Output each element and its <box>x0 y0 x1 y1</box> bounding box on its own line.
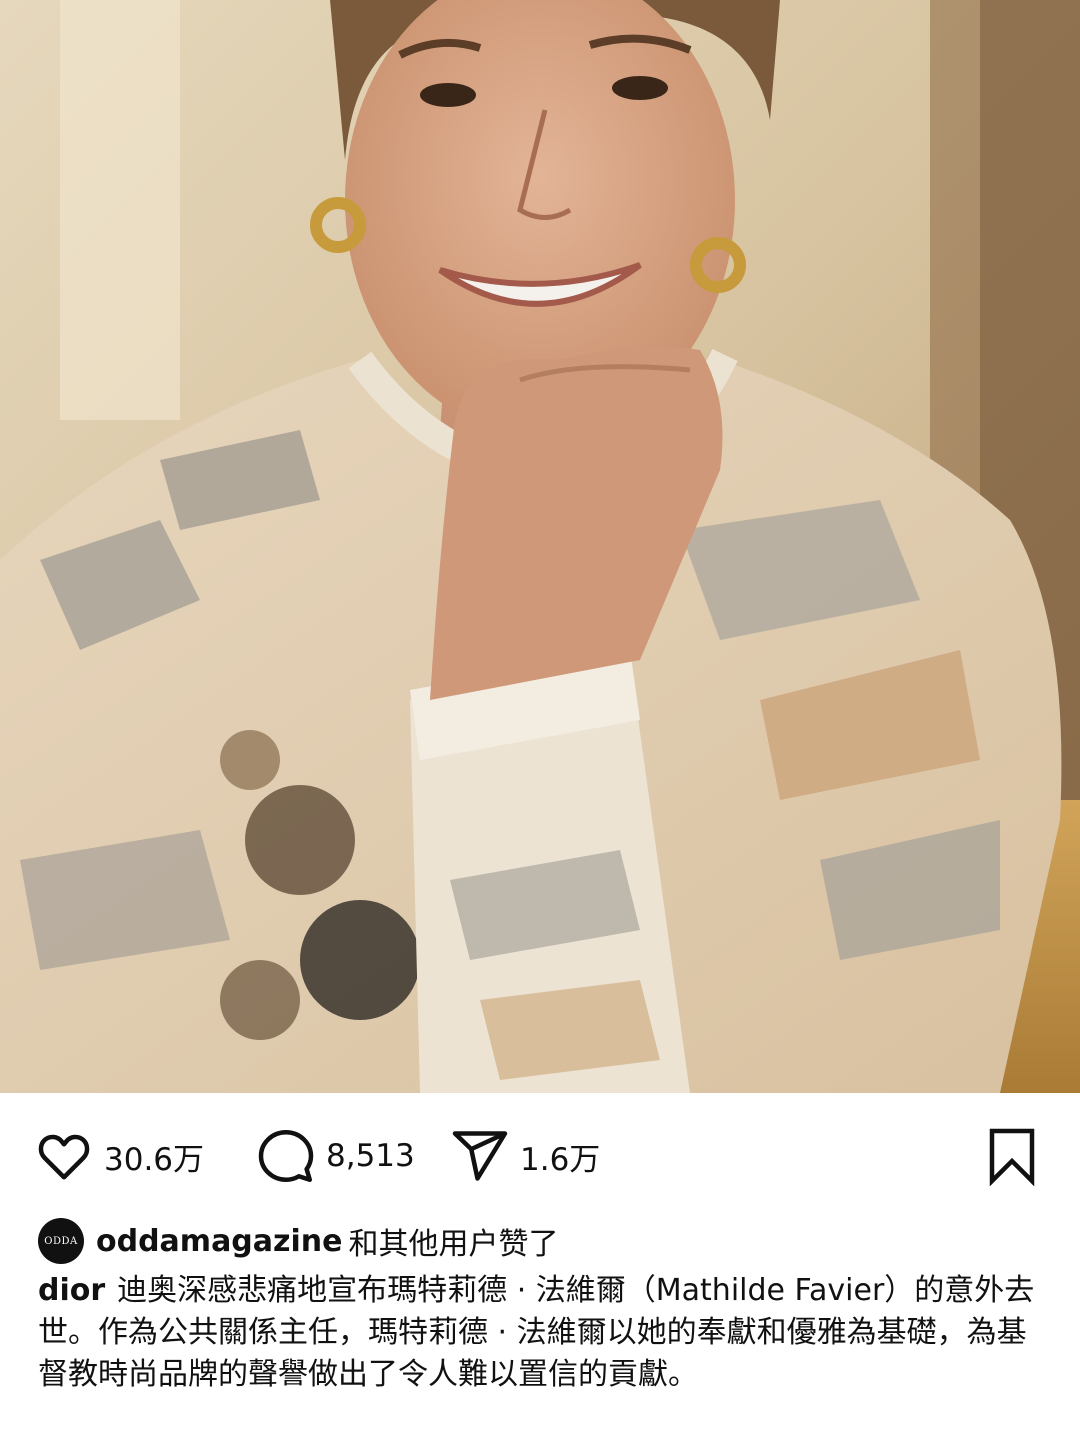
action-bar: 30.6万 8,513 1.6万 <box>0 1122 1080 1190</box>
like-button[interactable]: 30.6万 <box>34 1122 204 1190</box>
comment-count[interactable]: 8,513 <box>326 1138 415 1174</box>
caption-username[interactable]: dior <box>38 1273 105 1308</box>
liker-avatar[interactable]: ODDA <box>38 1218 84 1264</box>
comment-button[interactable]: 8,513 <box>256 1122 415 1190</box>
liked-by-text[interactable]: 和其他用户赞了 <box>348 1219 558 1263</box>
instagram-post: 30.6万 8,513 1.6万 ODDA oddamagazine 和其他用户… <box>0 0 1080 1438</box>
bookmark-icon <box>989 1128 1035 1186</box>
save-button[interactable] <box>982 1122 1042 1190</box>
heart-icon <box>38 1134 90 1180</box>
like-count[interactable]: 30.6万 <box>104 1134 204 1179</box>
portrait-image <box>0 0 1080 1093</box>
caption-text: 迪奥深感悲痛地宣布瑪特莉德 · 法維爾（Mathilde Favier）的意外去… <box>38 1273 1035 1392</box>
liked-by-row: ODDA oddamagazine 和其他用户赞了 <box>38 1218 558 1264</box>
comment-bubble-icon <box>258 1130 314 1182</box>
share-button[interactable]: 1.6万 <box>450 1122 600 1190</box>
post-photo[interactable] <box>0 0 1080 1093</box>
post-caption: dior 迪奥深感悲痛地宣布瑪特莉德 · 法維爾（Mathilde Favier）… <box>38 1270 1048 1396</box>
paper-plane-icon <box>452 1131 508 1181</box>
share-count[interactable]: 1.6万 <box>520 1134 600 1179</box>
liker-username[interactable]: oddamagazine <box>96 1224 342 1259</box>
